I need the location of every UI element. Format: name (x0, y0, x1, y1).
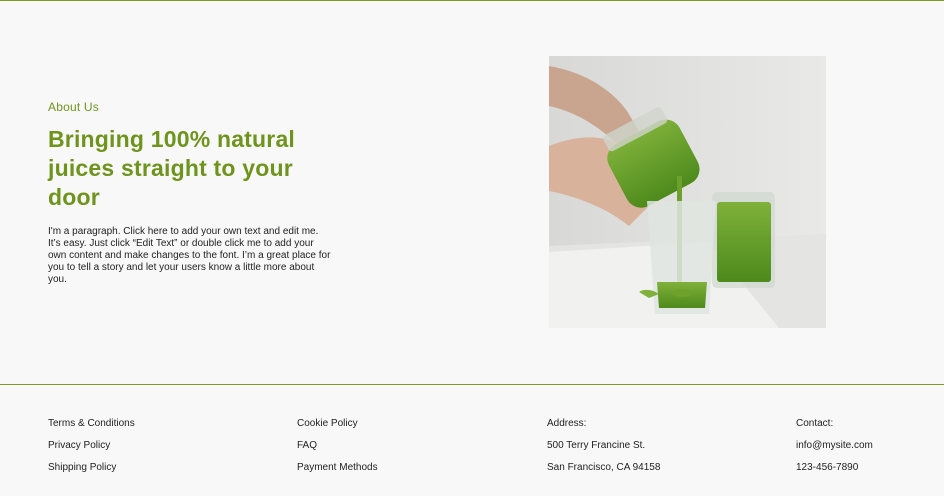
shipping-policy-link[interactable]: Shipping Policy (48, 457, 135, 479)
terms-link[interactable]: Terms & Conditions (48, 413, 135, 435)
about-paragraph: I'm a paragraph. Click here to add your … (48, 226, 331, 285)
about-eyebrow: About Us (48, 100, 99, 114)
cookie-policy-link[interactable]: Cookie Policy (297, 413, 378, 435)
footer-contact-column: Contact: info@mysite.com 123-456-7890 (796, 413, 873, 479)
address-label: Address: (547, 418, 587, 429)
juice-pouring-image (549, 56, 826, 328)
footer-address-column: Address: 500 Terry Francine St. San Fran… (547, 413, 660, 479)
payment-methods-link[interactable]: Payment Methods (297, 457, 378, 479)
address-street: 500 Terry Francine St. (547, 440, 646, 451)
contact-phone: 123-456-7890 (796, 462, 859, 473)
page: About Us Bringing 100% natural juices st… (0, 0, 944, 496)
about-headline: Bringing 100% natural juices straight to… (48, 126, 296, 210)
about-section: About Us Bringing 100% natural juices st… (48, 100, 338, 286)
contact-email-link[interactable]: info@mysite.com (796, 435, 873, 457)
privacy-policy-link[interactable]: Privacy Policy (48, 435, 135, 457)
footer-divider (0, 384, 944, 385)
footer-info-column: Cookie Policy FAQ Payment Methods (297, 413, 378, 479)
top-divider (0, 0, 944, 1)
footer-policies-column: Terms & Conditions Privacy Policy Shippi… (48, 413, 135, 479)
contact-label: Contact: (796, 418, 834, 429)
faq-link[interactable]: FAQ (297, 435, 378, 457)
address-city: San Francisco, CA 94158 (547, 462, 661, 473)
